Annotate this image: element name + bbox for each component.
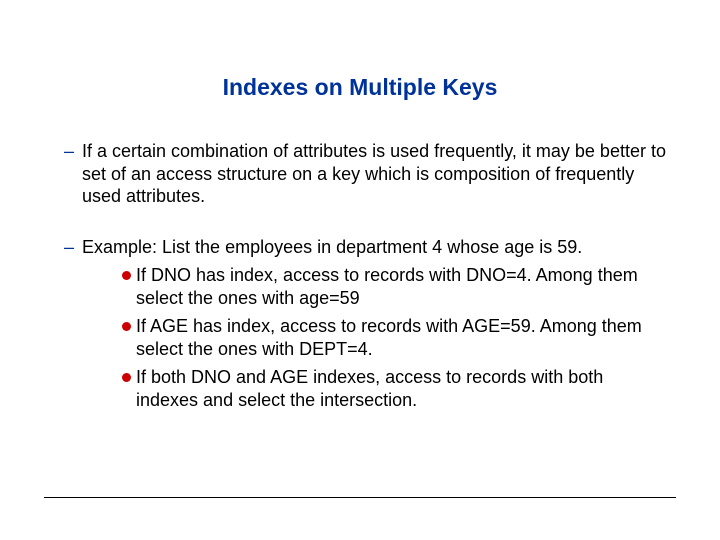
sub-bullet-3-text: If both DNO and AGE indexes, access to r… bbox=[136, 367, 603, 410]
slide-title: Indexes on Multiple Keys bbox=[0, 74, 720, 101]
dash-icon: – bbox=[64, 140, 74, 163]
bullet-2-text: Example: List the employees in departmen… bbox=[82, 237, 582, 257]
slide: Indexes on Multiple Keys – If a certain … bbox=[0, 0, 720, 540]
horizontal-rule bbox=[44, 497, 676, 498]
disc-icon bbox=[122, 322, 131, 331]
sub-bullet-3: If both DNO and AGE indexes, access to r… bbox=[82, 366, 668, 411]
sub-bullet-1: If DNO has index, access to records with… bbox=[82, 264, 668, 309]
disc-icon bbox=[122, 271, 131, 280]
bullet-1: – If a certain combination of attributes… bbox=[58, 140, 668, 208]
slide-body: – If a certain combination of attributes… bbox=[58, 140, 668, 439]
sub-bullet-2: If AGE has index, access to records with… bbox=[82, 315, 668, 360]
disc-icon bbox=[122, 373, 131, 382]
dash-icon: – bbox=[64, 236, 74, 259]
bullet-1-text: If a certain combination of attributes i… bbox=[82, 141, 666, 206]
bullet-2: – Example: List the employees in departm… bbox=[58, 236, 668, 412]
sub-bullet-1-text: If DNO has index, access to records with… bbox=[136, 265, 638, 308]
sub-bullet-2-text: If AGE has index, access to records with… bbox=[136, 316, 642, 359]
